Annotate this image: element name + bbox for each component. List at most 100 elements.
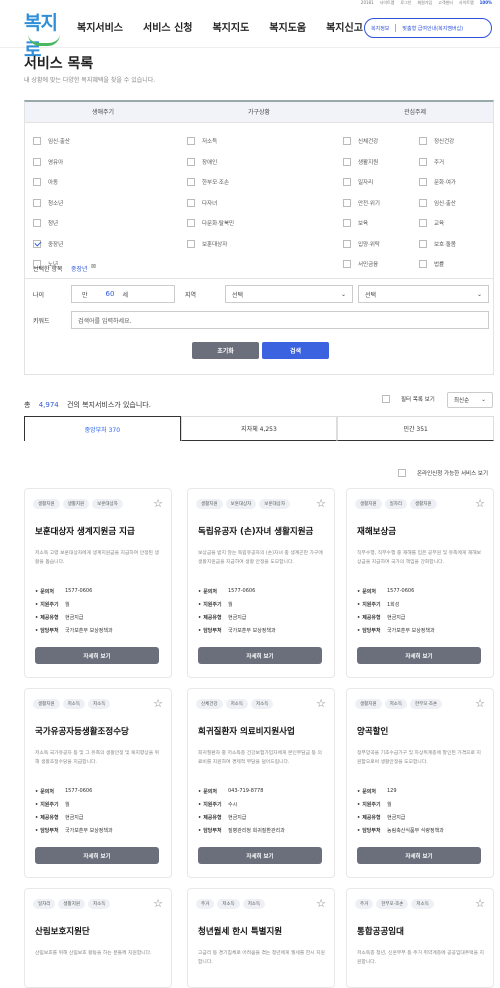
filter-option[interactable]: 청소년: [33, 193, 70, 214]
favorite-star-icon[interactable]: ☆: [316, 697, 326, 710]
online-apply-toggle[interactable]: 온라인신청 가능한 서비스 보기: [398, 469, 488, 477]
favorite-star-icon[interactable]: ☆: [153, 497, 163, 510]
card-title[interactable]: 재해보상금: [357, 525, 396, 537]
checkbox[interactable]: [419, 239, 427, 248]
filter-option[interactable]: 안전·위기: [343, 193, 380, 214]
filter-option[interactable]: 정신건강: [419, 131, 456, 152]
favorite-star-icon[interactable]: ☆: [475, 697, 485, 710]
filter-option[interactable]: 청년: [33, 213, 70, 234]
checkbox[interactable]: [343, 239, 351, 248]
checkbox[interactable]: [419, 198, 427, 207]
selected-chip[interactable]: 중장년: [71, 264, 88, 273]
filter-option[interactable]: 보호·돌봄: [419, 234, 456, 255]
card-title[interactable]: 보훈대상자 생계지원금 지급: [35, 525, 135, 537]
filter-option[interactable]: 아동: [33, 172, 70, 193]
filter-option[interactable]: 일자리: [343, 172, 380, 193]
filter-option[interactable]: 저소득: [187, 131, 234, 152]
sort-select[interactable]: 최신순 ⌄: [447, 392, 493, 408]
filter-option[interactable]: 주거: [419, 152, 456, 173]
card-title[interactable]: 청년월세 한시 특별지원: [198, 925, 282, 937]
filter-option[interactable]: 중장년: [33, 234, 70, 255]
checkbox[interactable]: [419, 157, 427, 166]
filter-option[interactable]: 한부모·조손: [187, 172, 234, 193]
region-select-1[interactable]: 선택 ⌄: [225, 285, 353, 303]
filter-option[interactable]: 입양·위탁: [343, 234, 380, 255]
checkbox[interactable]: [187, 157, 195, 166]
welfare-info-button[interactable]: 복지정보: [371, 25, 389, 32]
region-select-2[interactable]: 선택 ⌄: [358, 285, 489, 303]
filter-option[interactable]: 생활지원: [343, 152, 380, 173]
logo[interactable]: 복지로: [24, 8, 68, 61]
filter-option[interactable]: 법률: [419, 254, 456, 275]
card-title[interactable]: 국가유공자등생활조정수당: [35, 725, 129, 737]
checkbox[interactable]: [33, 239, 41, 248]
filter-option[interactable]: 보훈대상자: [187, 234, 234, 255]
checkbox[interactable]: [187, 137, 195, 146]
card-title[interactable]: 희귀질환자 의료비지원사업: [198, 725, 295, 737]
card-title[interactable]: 독립유공자 (손)자녀 생활지원금: [198, 525, 313, 537]
checkbox[interactable]: [419, 219, 427, 228]
reset-button[interactable]: 초기화: [192, 342, 259, 359]
detail-button[interactable]: 자세히 보기: [198, 647, 322, 664]
filter-option[interactable]: 영유아: [33, 152, 70, 173]
checkbox[interactable]: [343, 198, 351, 207]
chip-remove-icon[interactable]: ⊠: [91, 263, 96, 270]
favorite-star-icon[interactable]: ☆: [316, 497, 326, 510]
checkbox[interactable]: [343, 260, 351, 269]
keyword-input[interactable]: 검색어를 입력하세요.: [71, 311, 489, 329]
tab-local[interactable]: 지자체 4,253: [180, 416, 338, 441]
filter-option[interactable]: 서민금융: [343, 254, 380, 275]
checkbox[interactable]: [187, 198, 195, 207]
filter-option[interactable]: 교육: [419, 213, 456, 234]
filter-option[interactable]: 다문화·탈북민: [187, 213, 234, 234]
nav-welfare-report[interactable]: 복지신고: [326, 19, 363, 34]
favorite-star-icon[interactable]: ☆: [153, 697, 163, 710]
card-title[interactable]: 통합공공임대: [357, 925, 404, 937]
detail-button[interactable]: 자세히 보기: [198, 847, 322, 864]
view-all-checkbox[interactable]: [382, 395, 390, 403]
checkbox[interactable]: [343, 219, 351, 228]
checkbox[interactable]: [419, 260, 427, 269]
online-apply-checkbox[interactable]: [398, 469, 406, 477]
filter-option[interactable]: 다자녀: [187, 193, 234, 214]
detail-button[interactable]: 자세히 보기: [35, 847, 159, 864]
checkbox[interactable]: [419, 137, 427, 146]
filter-option[interactable]: 장애인: [187, 152, 234, 173]
checkbox[interactable]: [343, 137, 351, 146]
filter-option[interactable]: 신체건강: [343, 131, 380, 152]
card-title[interactable]: 양곡할인: [357, 725, 388, 737]
checkbox[interactable]: [33, 198, 41, 207]
checkbox[interactable]: [187, 219, 195, 228]
card-title[interactable]: 산림보호지원단: [35, 925, 90, 937]
checkbox[interactable]: [33, 178, 41, 187]
checkbox[interactable]: [419, 178, 427, 187]
tab-central[interactable]: 중앙부처 370: [24, 416, 181, 441]
checkbox[interactable]: [33, 157, 41, 166]
nav-service-apply[interactable]: 서비스 신청: [143, 19, 192, 34]
custom-benefit-button[interactable]: 맞춤형 급여안내(복지멤버십): [402, 25, 463, 32]
favorite-star-icon[interactable]: ☆: [475, 497, 485, 510]
checkbox[interactable]: [33, 219, 41, 228]
checkbox[interactable]: [343, 157, 351, 166]
search-button[interactable]: 검색: [262, 342, 329, 359]
filter-option[interactable]: 문화·여가: [419, 172, 456, 193]
tab-private[interactable]: 민간 351: [337, 416, 495, 441]
checkbox[interactable]: [187, 178, 195, 187]
checkbox[interactable]: [187, 239, 195, 248]
filter-option[interactable]: 임신·출산: [419, 193, 456, 214]
age-field[interactable]: 만 60 세: [71, 285, 175, 303]
view-all-toggle[interactable]: 필터 목록 보기: [382, 395, 435, 403]
filter-option[interactable]: 임신·출산: [33, 131, 70, 152]
favorite-star-icon[interactable]: ☆: [153, 897, 163, 910]
favorite-star-icon[interactable]: ☆: [316, 897, 326, 910]
filter-option[interactable]: 보육: [343, 213, 380, 234]
nav-welfare-map[interactable]: 복지지도: [212, 19, 249, 34]
nav-welfare-help[interactable]: 복지도움: [269, 19, 306, 34]
checkbox[interactable]: [33, 137, 41, 146]
detail-button[interactable]: 자세히 보기: [357, 647, 481, 664]
nav-welfare-service[interactable]: 복지서비스: [77, 19, 123, 34]
favorite-star-icon[interactable]: ☆: [475, 897, 485, 910]
detail-button[interactable]: 자세히 보기: [357, 847, 481, 864]
checkbox[interactable]: [343, 178, 351, 187]
detail-button[interactable]: 자세히 보기: [35, 647, 159, 664]
